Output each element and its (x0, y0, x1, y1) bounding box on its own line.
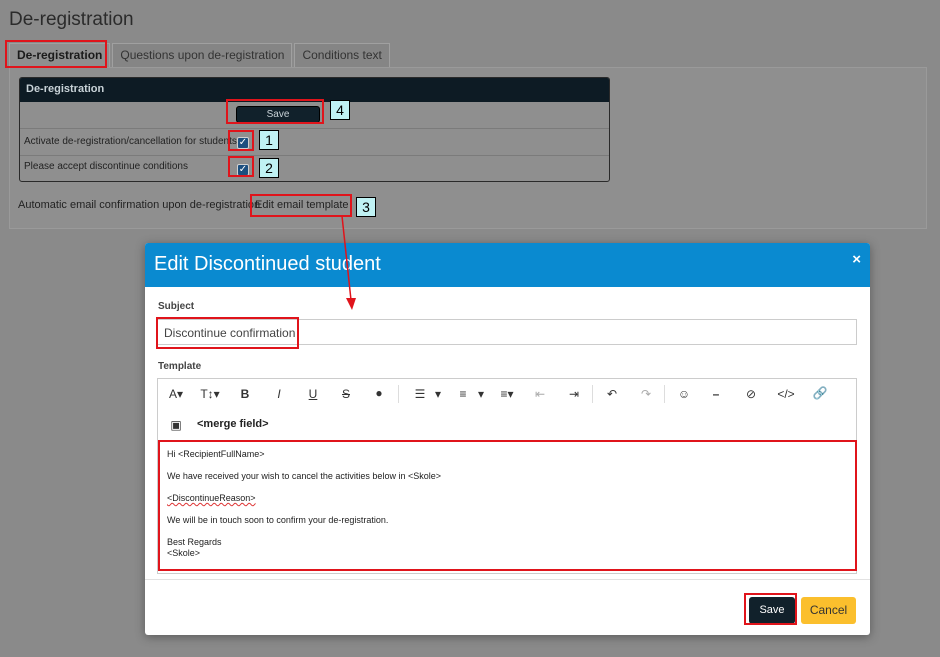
callout-arrow (341, 215, 356, 310)
